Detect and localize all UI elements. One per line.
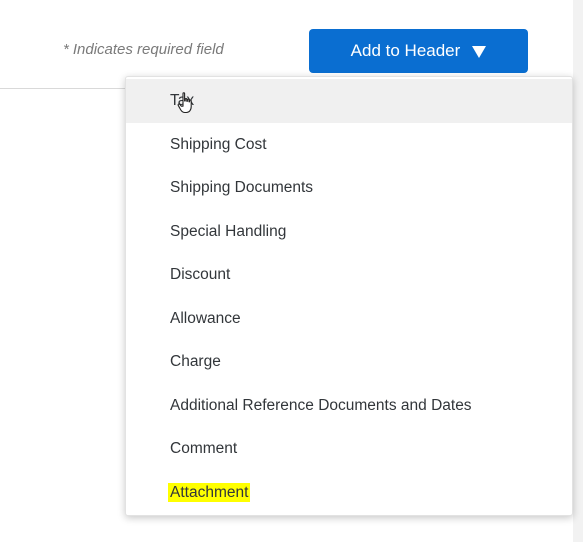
menu-item-special-handling[interactable]: Special Handling	[126, 210, 572, 254]
required-asterisk: *	[63, 41, 69, 58]
add-to-header-menu: Tax Shipping Cost Shipping Documents Spe…	[125, 76, 573, 516]
menu-item-discount[interactable]: Discount	[126, 253, 572, 297]
menu-item-shipping-cost[interactable]: Shipping Cost	[126, 123, 572, 167]
menu-item-label: Shipping Documents	[170, 179, 314, 196]
menu-item-additional-reference-documents[interactable]: Additional Reference Documents and Dates	[126, 384, 572, 428]
menu-item-label: Attachment	[168, 482, 251, 502]
required-note-text: Indicates required field	[72, 41, 224, 58]
menu-item-label: Comment	[170, 440, 238, 457]
menu-item-charge[interactable]: Charge	[126, 340, 572, 384]
menu-item-label: Additional Reference Documents and Dates	[170, 396, 472, 414]
required-field-note: * Indicates required field	[63, 41, 224, 58]
caret-down-icon	[472, 45, 487, 58]
menu-item-label: Charge	[170, 353, 221, 370]
menu-item-label: Allowance	[170, 309, 241, 327]
menu-item-attachment[interactable]: Attachment	[126, 471, 572, 515]
page: * Indicates required field Add to Header …	[0, 0, 583, 542]
right-edge-panel	[573, 0, 583, 542]
menu-item-label: Special Handling	[170, 222, 287, 240]
menu-item-shipping-documents[interactable]: Shipping Documents	[126, 166, 572, 210]
menu-item-allowance[interactable]: Allowance	[126, 297, 572, 341]
add-to-header-label: Add to Header	[350, 41, 461, 60]
hand-pointer-icon	[177, 92, 192, 114]
menu-item-label: Discount	[170, 266, 231, 283]
menu-item-comment[interactable]: Comment	[126, 427, 572, 471]
menu-item-label: Shipping Cost	[170, 135, 267, 153]
menu-item-tax[interactable]: Tax	[126, 79, 572, 123]
add-to-header-button[interactable]: Add to Header	[309, 29, 528, 73]
